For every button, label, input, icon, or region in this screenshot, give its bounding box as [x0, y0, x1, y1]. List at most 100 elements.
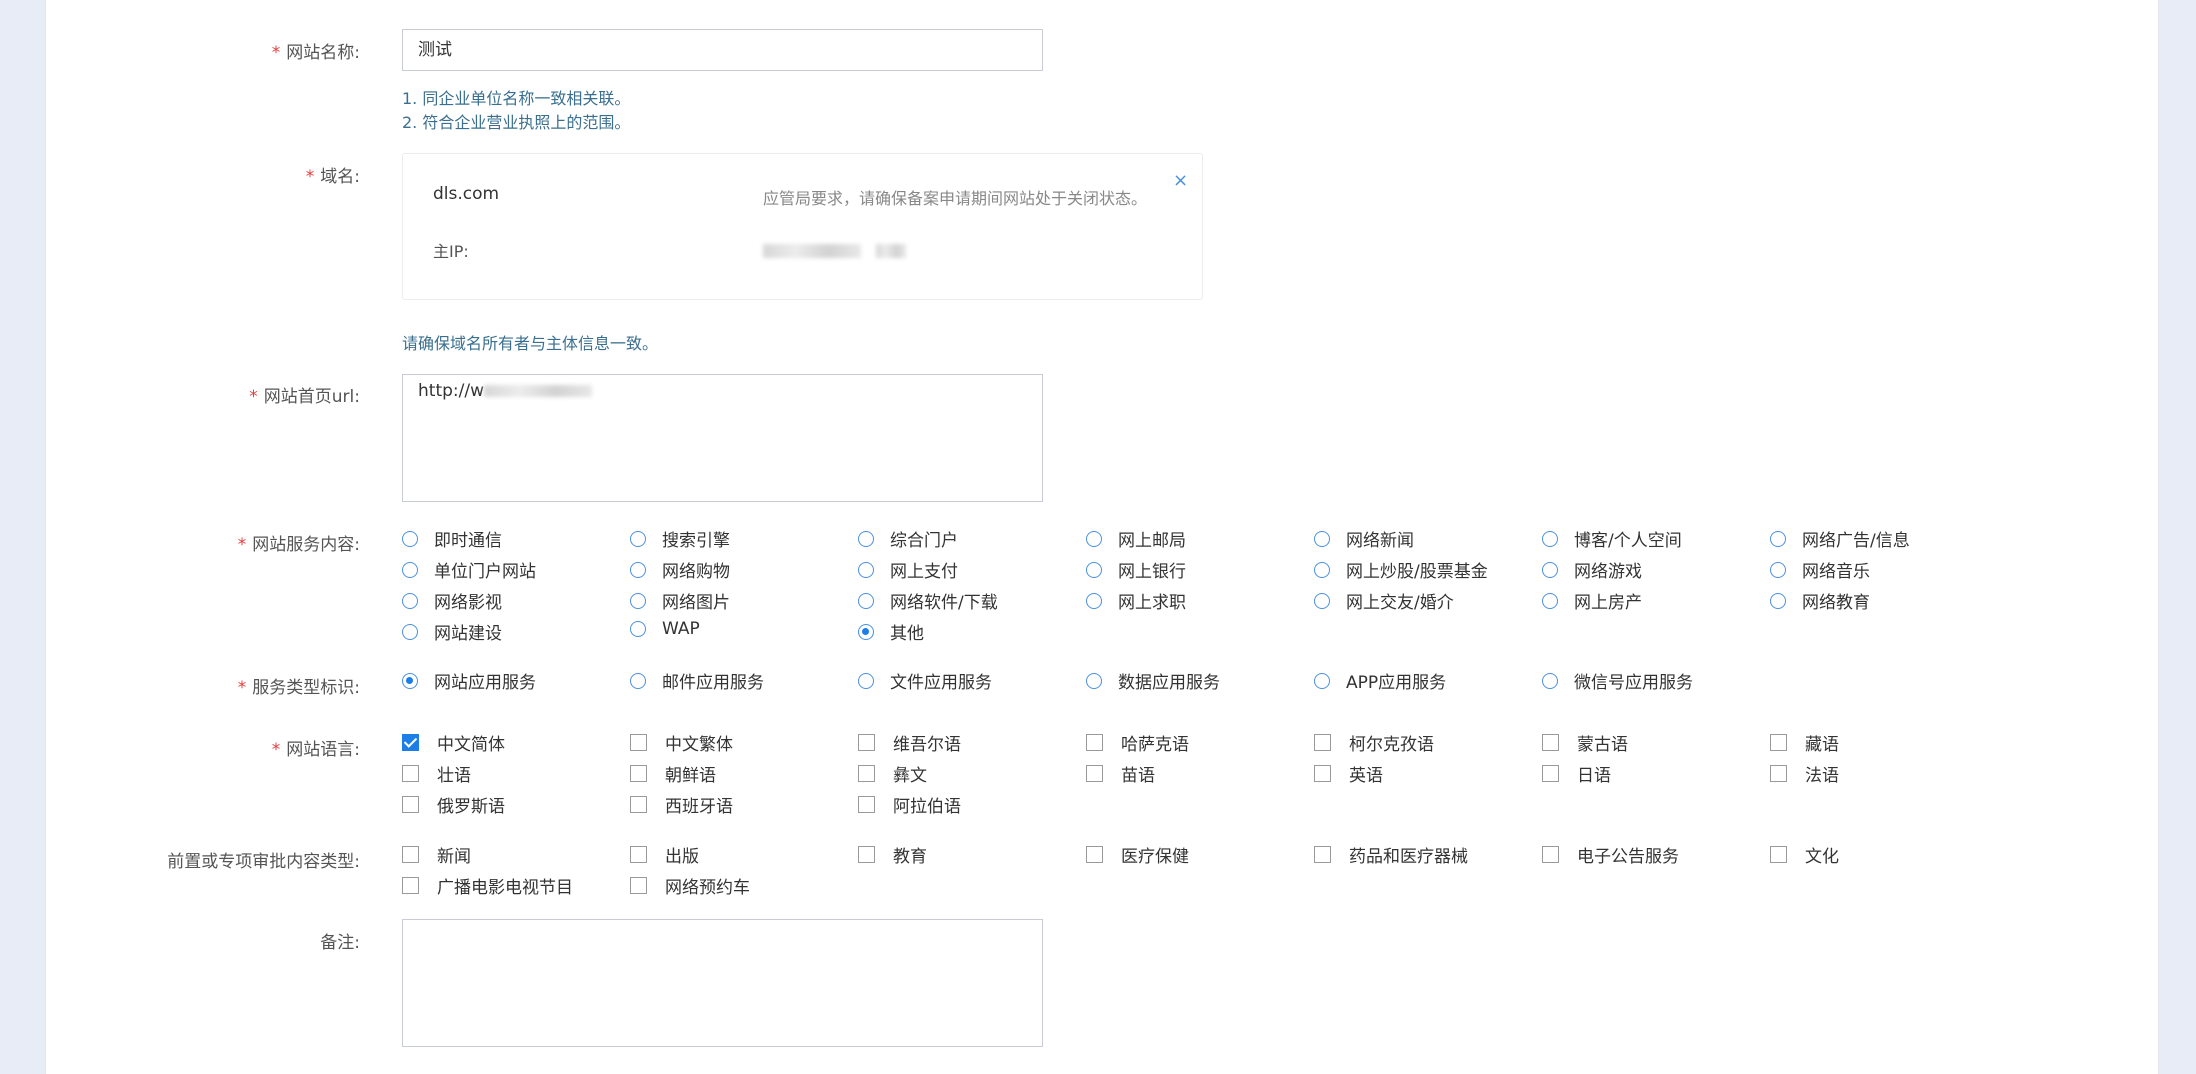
language-option[interactable]: 朝鲜语 — [630, 761, 716, 786]
checkbox[interactable] — [402, 877, 419, 894]
language-option[interactable]: 西班牙语 — [630, 792, 733, 817]
service-content-option[interactable]: 网络广告/信息 — [1770, 526, 1910, 551]
radio-button[interactable] — [858, 530, 874, 547]
checkbox[interactable] — [1770, 846, 1787, 863]
radio-button[interactable] — [1542, 672, 1558, 689]
checkbox[interactable] — [1086, 765, 1103, 782]
radio-button[interactable] — [1086, 592, 1102, 609]
service-content-option[interactable]: WAP — [630, 619, 700, 639]
approval-type-option[interactable]: 医疗保健 — [1086, 842, 1189, 867]
checkbox[interactable] — [630, 734, 647, 751]
checkbox[interactable] — [1542, 765, 1559, 782]
checkbox[interactable] — [1086, 846, 1103, 863]
service-content-option[interactable]: 网络影视 — [402, 588, 502, 613]
checkbox[interactable] — [1314, 846, 1331, 863]
radio-button[interactable] — [402, 561, 418, 578]
checkbox[interactable] — [402, 846, 419, 863]
checkbox[interactable] — [1542, 734, 1559, 751]
radio-button[interactable] — [1314, 530, 1330, 547]
language-option[interactable]: 哈萨克语 — [1086, 730, 1189, 755]
checkbox[interactable] — [402, 734, 419, 751]
language-option[interactable]: 维吾尔语 — [858, 730, 961, 755]
language-option[interactable]: 英语 — [1314, 761, 1383, 786]
service-content-option[interactable]: 搜索引擎 — [630, 526, 730, 551]
checkbox[interactable] — [402, 796, 419, 813]
close-icon[interactable]: × — [1173, 170, 1188, 191]
service-content-option[interactable]: 网上银行 — [1086, 557, 1186, 582]
service-content-option[interactable]: 网上交友/婚介 — [1314, 588, 1454, 613]
language-option[interactable]: 俄罗斯语 — [402, 792, 505, 817]
radio-button[interactable] — [402, 530, 418, 547]
language-option[interactable]: 藏语 — [1770, 730, 1839, 755]
service-type-option[interactable]: 数据应用服务 — [1086, 668, 1220, 693]
radio-button[interactable] — [402, 592, 418, 609]
checkbox[interactable] — [858, 765, 875, 782]
service-type-option[interactable]: 网站应用服务 — [402, 668, 536, 693]
approval-type-option[interactable]: 文化 — [1770, 842, 1839, 867]
approval-type-option[interactable]: 新闻 — [402, 842, 471, 867]
service-type-option[interactable]: 邮件应用服务 — [630, 668, 764, 693]
service-content-option[interactable]: 网络购物 — [630, 557, 730, 582]
language-option[interactable]: 苗语 — [1086, 761, 1155, 786]
service-content-option[interactable]: 网上支付 — [858, 557, 958, 582]
checkbox[interactable] — [858, 846, 875, 863]
checkbox[interactable] — [630, 846, 647, 863]
service-content-option[interactable]: 网上炒股/股票基金 — [1314, 557, 1488, 582]
language-option[interactable]: 蒙古语 — [1542, 730, 1628, 755]
service-type-option[interactable]: APP应用服务 — [1314, 668, 1446, 693]
radio-button[interactable] — [402, 623, 418, 640]
checkbox[interactable] — [858, 734, 875, 751]
checkbox[interactable] — [630, 796, 647, 813]
service-content-option[interactable]: 网上求职 — [1086, 588, 1186, 613]
service-content-option[interactable]: 网上邮局 — [1086, 526, 1186, 551]
service-content-option[interactable]: 综合门户 — [858, 526, 958, 551]
language-option[interactable]: 中文简体 — [402, 730, 505, 755]
radio-button[interactable] — [1542, 530, 1558, 547]
radio-button[interactable] — [630, 530, 646, 547]
site-name-input[interactable]: 测试 — [402, 29, 1043, 71]
language-option[interactable]: 阿拉伯语 — [858, 792, 961, 817]
approval-type-option[interactable]: 出版 — [630, 842, 699, 867]
service-content-option[interactable]: 网络软件/下载 — [858, 588, 998, 613]
radio-button[interactable] — [1770, 592, 1786, 609]
approval-type-option[interactable]: 网络预约车 — [630, 873, 750, 898]
radio-button[interactable] — [402, 672, 418, 689]
radio-button[interactable] — [1086, 561, 1102, 578]
radio-button[interactable] — [858, 623, 874, 640]
service-content-option[interactable]: 网络图片 — [630, 588, 730, 613]
approval-type-option[interactable]: 广播电影电视节目 — [402, 873, 573, 898]
radio-button[interactable] — [1542, 592, 1558, 609]
checkbox[interactable] — [1542, 846, 1559, 863]
checkbox[interactable] — [402, 765, 419, 782]
service-content-option[interactable]: 其他 — [858, 619, 924, 644]
checkbox[interactable] — [858, 796, 875, 813]
service-content-option[interactable]: 网络音乐 — [1770, 557, 1870, 582]
radio-button[interactable] — [630, 621, 646, 637]
language-option[interactable]: 日语 — [1542, 761, 1611, 786]
language-option[interactable]: 法语 — [1770, 761, 1839, 786]
radio-button[interactable] — [1770, 530, 1786, 547]
checkbox[interactable] — [630, 877, 647, 894]
radio-button[interactable] — [1542, 561, 1558, 578]
service-type-option[interactable]: 文件应用服务 — [858, 668, 992, 693]
language-option[interactable]: 壮语 — [402, 761, 471, 786]
radio-button[interactable] — [1314, 672, 1330, 689]
radio-button[interactable] — [630, 561, 646, 578]
radio-button[interactable] — [630, 592, 646, 609]
service-content-option[interactable]: 博客/个人空间 — [1542, 526, 1682, 551]
service-content-option[interactable]: 网络新闻 — [1314, 526, 1414, 551]
radio-button[interactable] — [858, 561, 874, 578]
radio-button[interactable] — [1086, 672, 1102, 689]
homepage-url-textarea[interactable]: http://w — [402, 374, 1043, 502]
service-content-option[interactable]: 网上房产 — [1542, 588, 1642, 613]
radio-button[interactable] — [1314, 561, 1330, 578]
radio-button[interactable] — [1770, 561, 1786, 578]
checkbox[interactable] — [1314, 734, 1331, 751]
service-content-option[interactable]: 即时通信 — [402, 526, 502, 551]
radio-button[interactable] — [858, 672, 874, 689]
approval-type-option[interactable]: 电子公告服务 — [1542, 842, 1679, 867]
service-content-option[interactable]: 网站建设 — [402, 619, 502, 644]
language-option[interactable]: 彝文 — [858, 761, 927, 786]
service-type-option[interactable]: 微信号应用服务 — [1542, 668, 1693, 693]
checkbox[interactable] — [1314, 765, 1331, 782]
